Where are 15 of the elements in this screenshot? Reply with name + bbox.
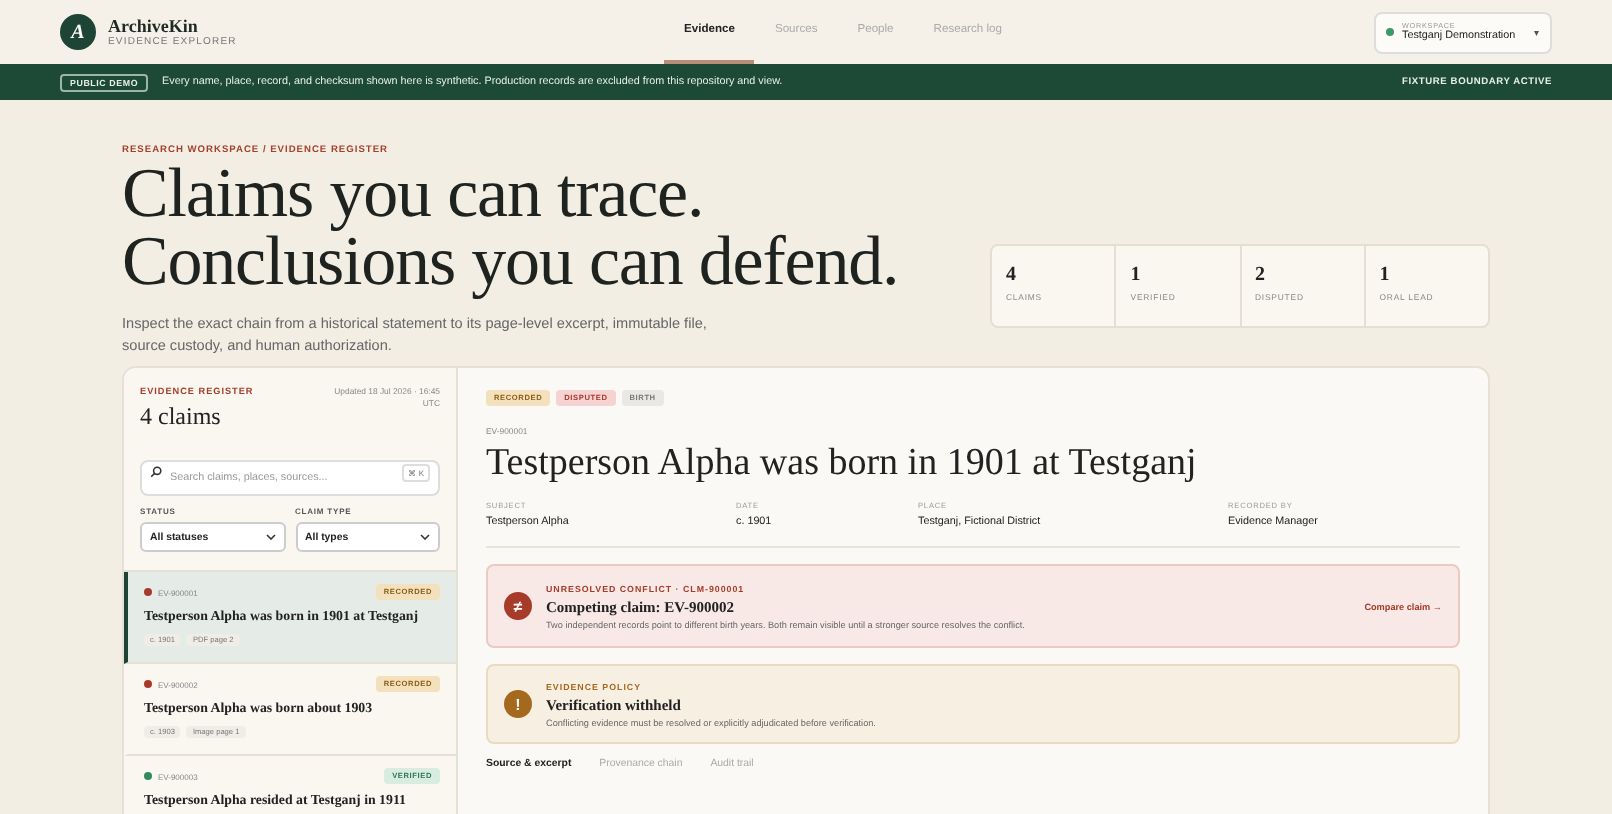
status-dot-icon xyxy=(1386,28,1394,36)
brand-name: ArchiveKin xyxy=(108,16,200,36)
chevron-icon xyxy=(420,534,430,540)
stat-value: 1 xyxy=(1130,264,1143,286)
claims-count-heading: 4 claims xyxy=(140,402,223,432)
hero-heading: Claims you can trace. xyxy=(122,160,704,228)
logo-mark: A xyxy=(60,14,96,50)
stat-value: 1 xyxy=(1379,264,1392,286)
alert-icon: ! xyxy=(504,690,532,718)
stat-value: 2 xyxy=(1255,264,1267,286)
stat-value: 4 xyxy=(1006,264,1018,286)
chevron-icon xyxy=(265,534,275,540)
hero-heading: Conclusions you can defend. xyxy=(122,228,899,296)
alert-icon: ≠ xyxy=(504,592,532,620)
claim-heading: Testperson Alpha was born in 1901 at Testganj xyxy=(486,442,1199,486)
